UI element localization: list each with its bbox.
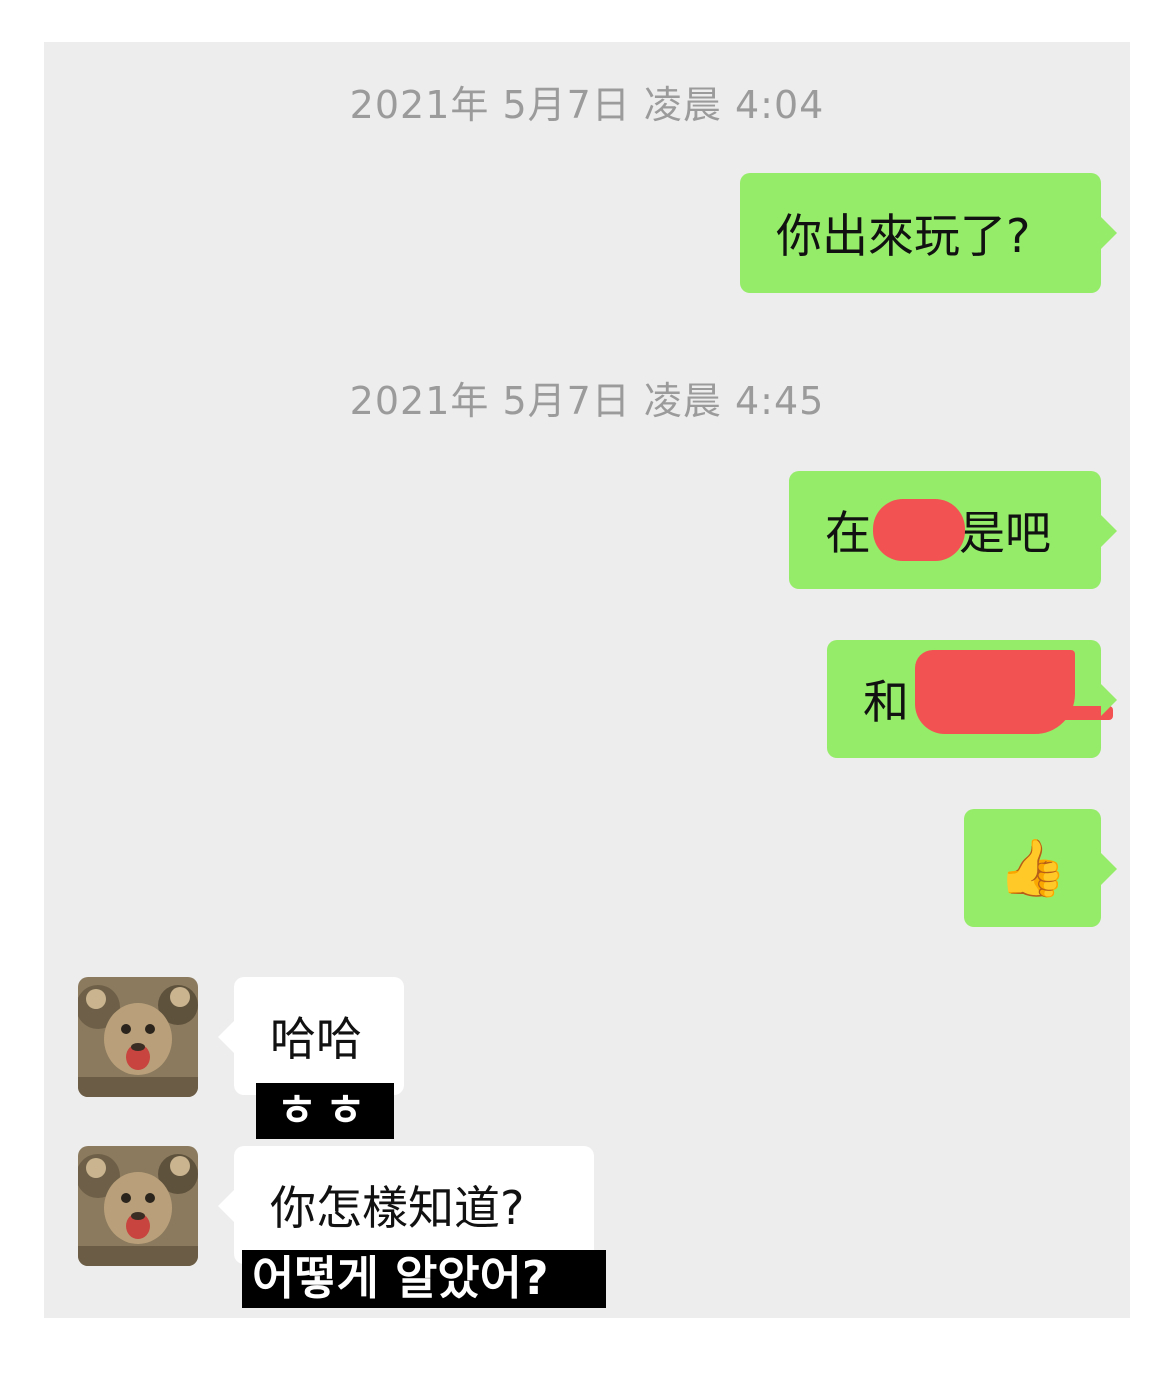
translation-subtitle: 어떻게 알았어? (242, 1250, 606, 1308)
sent-message-bubble[interactable]: 在 是吧 (789, 471, 1117, 589)
thumbs-up-icon: 👍 (997, 836, 1068, 901)
message-text: 是吧 (959, 506, 1051, 560)
bubble-tail (1101, 684, 1117, 716)
message-text: 你怎樣知道? (270, 1181, 525, 1235)
translation-subtitle: ㅎㅎ (256, 1083, 394, 1139)
redaction-mark (873, 499, 965, 561)
bubble-tail (218, 1021, 234, 1053)
message-text: 在 (825, 506, 871, 560)
received-message-bubble[interactable]: 你怎樣知道? (218, 1146, 594, 1264)
timestamp: 2021年 5月7日 凌晨 4:04 (349, 83, 825, 127)
message-text: 和 (863, 675, 909, 729)
message-text: 你出來玩了? (776, 209, 1031, 263)
timestamp: 2021年 5月7日 凌晨 4:45 (349, 379, 825, 423)
message-text: 哈哈 (270, 1012, 362, 1066)
bubble-tail (1101, 853, 1117, 885)
chat-area[interactable]: 2021年 5月7日 凌晨 4:04 你出來玩了? 2021年 5月7日 凌晨 … (44, 42, 1130, 1318)
sent-message-bubble[interactable]: 和 (827, 640, 1117, 758)
lion-cub-avatar-icon[interactable] (78, 977, 198, 1097)
bubble-tail (1101, 515, 1117, 547)
sent-message-bubble[interactable]: 👍 (964, 809, 1117, 927)
bubble-tail (1101, 217, 1117, 249)
redaction-mark (915, 650, 1075, 734)
bubble-tail (218, 1190, 234, 1222)
received-message-bubble[interactable]: 哈哈 (218, 977, 404, 1095)
lion-cub-avatar-icon[interactable] (78, 1146, 198, 1266)
sent-message-bubble[interactable]: 你出來玩了? (740, 173, 1117, 293)
